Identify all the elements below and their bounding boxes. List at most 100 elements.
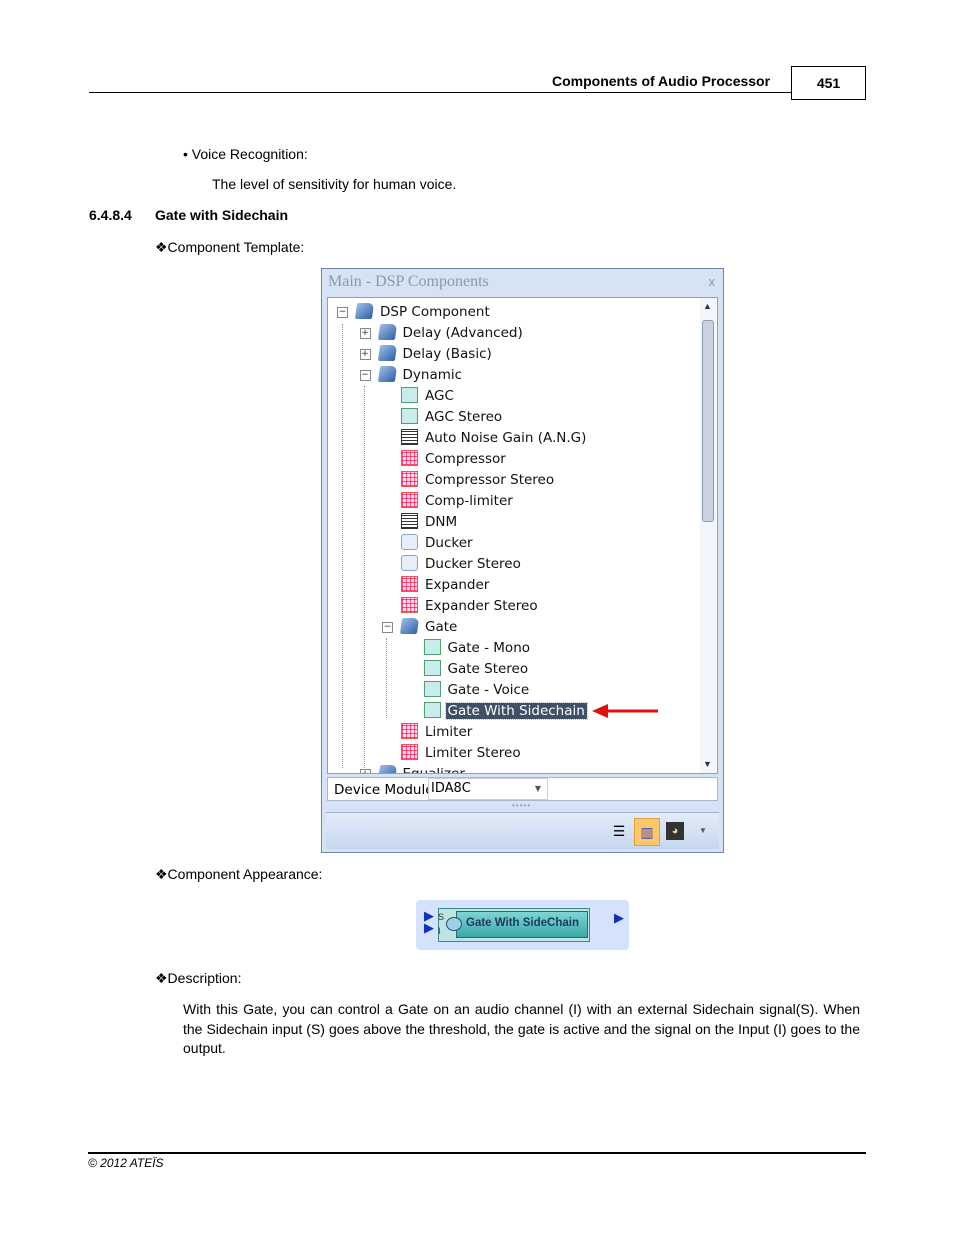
tree-item[interactable]: Comp-limiter [401,491,515,511]
input-s-label: S [438,912,445,922]
gate-icon [423,681,441,697]
scroll-up-icon[interactable]: ▲ [703,301,712,311]
list-view-icon[interactable]: ☰ [610,822,628,840]
scroll-thumb[interactable] [702,320,714,522]
compressor-icon [401,597,418,613]
document-page: Components of Audio Processor 451 • Voic… [0,0,954,1235]
bullet-item: • Voice Recognition: [183,146,308,162]
tree-item[interactable]: Ducker [401,533,475,553]
gate-icon [401,408,418,424]
vertical-scrollbar[interactable]: ▲ ▼ [700,298,716,773]
tree-item-label: Dynamic [402,367,463,383]
expand-icon[interactable]: + [359,328,371,339]
tree-item-label: Limiter Stereo [425,745,521,761]
tree-item[interactable]: DSP Component [354,302,492,322]
output-port-icon: ▶ [614,910,624,925]
scroll-down-icon[interactable]: ▼ [703,759,712,769]
tree-item[interactable]: Limiter [401,722,474,742]
collapse-icon[interactable]: − [359,370,371,381]
tree-item[interactable]: Limiter Stereo [401,743,523,763]
tree-item-label: AGC [425,388,454,404]
tree-item[interactable]: Expander [401,575,491,595]
footer-rule [88,1152,866,1154]
gate-icon [423,702,441,718]
ducker-icon [401,555,418,571]
ducker-icon [401,534,418,550]
tree-item[interactable]: Gate With Sidechain [423,701,588,721]
tree-item[interactable]: Dynamic [377,365,465,385]
toolbar-menu-icon[interactable]: ▼ [694,822,712,840]
input-i-label: I [438,926,441,936]
bullet-description: The level of sensitivity for human voice… [212,176,457,192]
gate-icon [423,639,441,655]
tree-item-label: Compressor [425,451,506,467]
section-number: 6.4.8.4 [89,207,132,223]
tree-item[interactable]: Gate Stereo [423,659,531,679]
dsp-components-panel: Main - DSP Components x ▲ ▼ DSP Componen… [321,268,724,853]
tree-item-label: Gate Stereo [447,661,529,677]
description-text: With this Gate, you can control a Gate o… [183,1001,860,1056]
red-arrow-icon [592,704,658,718]
compressor-icon [401,471,418,487]
section-title: Gate with Sidechain [155,207,289,223]
tree-item-label: Comp-limiter [425,493,513,509]
close-icon[interactable]: x [709,274,716,289]
tree-item-label: Delay (Basic) [402,346,492,362]
tree-item[interactable]: Compressor [401,449,508,469]
input-ports-icon: ▶ ▶ [424,908,434,935]
folder-open-icon [377,366,397,382]
tree-item-label: Gate With Sidechain [444,702,588,720]
image-view-icon[interactable]: ◕ [666,822,684,840]
ang-icon [401,429,418,445]
tree-item[interactable]: Expander Stereo [401,596,540,616]
tree-item[interactable]: DNM [401,512,459,532]
tree-item-label: Delay (Advanced) [402,325,523,341]
gate-icon [423,660,441,676]
tree-item[interactable]: Equalizer [377,764,467,774]
compressor-icon [401,576,418,592]
folder-icon [377,324,397,340]
expand-icon[interactable]: + [359,769,371,773]
tree-item[interactable]: AGC Stereo [401,407,504,427]
device-module-select[interactable]: IDA8C ▼ [428,778,548,800]
bullet-text: Voice Recognition: [191,146,308,162]
tree-item-label: Equalizer [402,766,465,774]
tree-item[interactable]: Delay (Advanced) [377,323,525,343]
tree-item-label: AGC Stereo [425,409,503,425]
folder-icon [377,345,397,361]
component-view-icon[interactable]: ▥ [634,818,660,846]
tree-item-label: DSP Component [380,304,490,320]
compressor-icon [401,450,418,466]
collapse-icon[interactable]: − [382,622,393,633]
tree-item-label: Expander Stereo [425,598,538,614]
tree-item-label: Compressor Stereo [425,472,555,488]
splitter-grip[interactable]: ••••• [512,801,531,810]
tree-item-label: Expander [425,577,490,593]
tree-item[interactable]: Delay (Basic) [377,344,494,364]
tree-guide-line [386,638,387,718]
page-number: 451 [791,66,866,100]
compressor-icon [401,492,418,508]
template-label: ❖Component Template: [155,239,305,255]
folder-open-icon [354,303,375,319]
tree-item[interactable]: Auto Noise Gain (A.N.G) [401,428,588,448]
tree-item[interactable]: Gate - Voice [423,680,532,700]
chevron-down-icon: ▼ [534,784,541,793]
gate-icon [401,387,418,403]
tree-item-label: Gate - Mono [447,640,531,656]
tree-item[interactable]: AGC [401,386,456,406]
device-module-value: IDA8C [431,781,471,796]
compressor-icon [401,744,418,760]
component-appearance[interactable]: ▶ ▶ S I Gate With SideChain ▶ [416,900,629,950]
tree-item-label: Auto Noise Gain (A.N.G) [425,430,587,446]
expand-icon[interactable]: + [359,349,371,360]
header-title: Components of Audio Processor [552,73,771,89]
tree-item[interactable]: Compressor Stereo [401,470,556,490]
component-icon [446,917,462,931]
tree-item[interactable]: Gate - Mono [423,638,533,658]
panel-title: Main - DSP Components [328,273,489,290]
collapse-icon[interactable]: − [337,307,348,318]
tree-item[interactable]: Ducker Stereo [401,554,523,574]
tree-item[interactable]: Gate [399,617,459,637]
tree-item-label: DNM [425,514,458,530]
